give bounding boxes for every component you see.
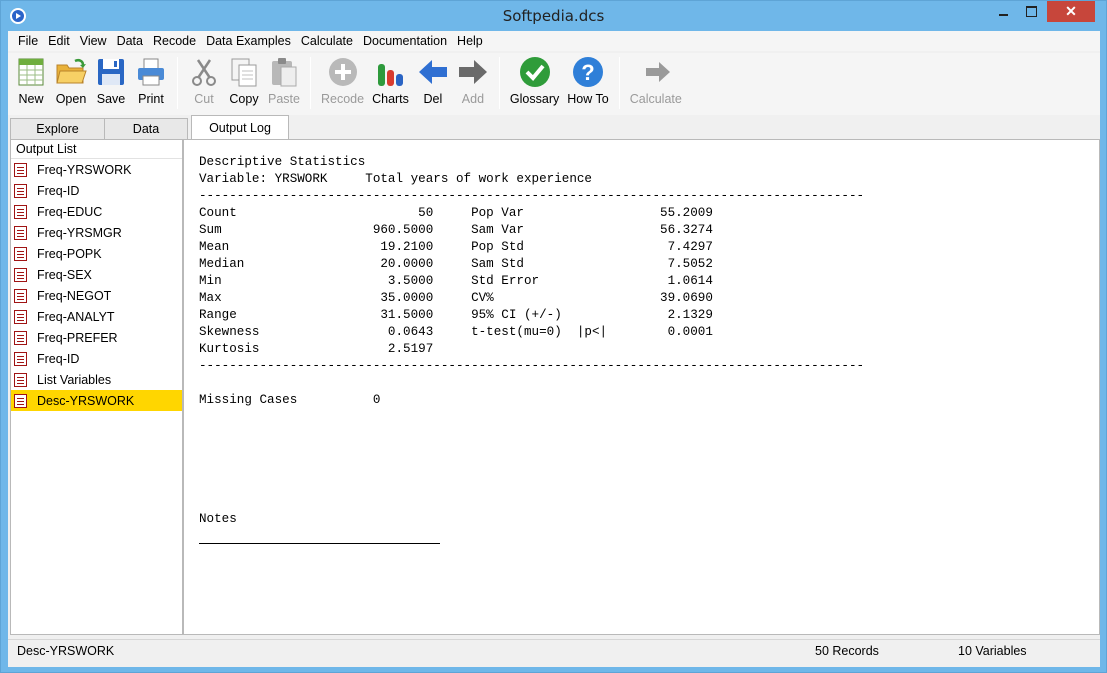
calculate-button[interactable]: Calculate (626, 53, 686, 106)
toolbar-separator (310, 57, 311, 109)
title-bar[interactable]: Softpedia.dcs ✕ (1, 1, 1106, 31)
printer-icon (138, 58, 164, 86)
recode-button[interactable]: Recode (317, 53, 368, 106)
document-icon (14, 267, 27, 282)
document-icon (14, 309, 27, 324)
document-icon (14, 225, 27, 240)
tab-data[interactable]: Data (104, 118, 188, 139)
window-title: Softpedia.dcs (502, 7, 605, 25)
app-window: Softpedia.dcs ✕ File Edit View Data Reco… (0, 0, 1107, 673)
document-icon (14, 372, 27, 387)
menu-data[interactable]: Data (112, 31, 148, 51)
clipboard-icon (272, 58, 297, 87)
menu-bar: File Edit View Data Recode Data Examples… (8, 31, 1100, 51)
list-item[interactable]: Freq-POPK (11, 243, 182, 264)
del-button[interactable]: Del (413, 53, 453, 106)
status-selected-item: Desc-YRSWORK (17, 644, 115, 658)
close-button[interactable]: ✕ (1047, 1, 1095, 22)
arrow-forward-icon (645, 62, 670, 82)
list-item[interactable]: Freq-YRSWORK (11, 159, 182, 180)
list-item[interactable]: Freq-NEGOT (11, 285, 182, 306)
floppy-disk-icon (98, 59, 124, 85)
plus-circle-icon (328, 58, 357, 86)
menu-file[interactable]: File (13, 31, 43, 51)
document-icon (14, 288, 27, 303)
scissors-icon (192, 59, 216, 86)
status-variables: 10 Variables (958, 644, 1027, 658)
menu-documentation[interactable]: Documentation (358, 31, 452, 51)
maximize-button[interactable] (1017, 1, 1045, 22)
svg-text:?: ? (581, 60, 594, 85)
status-bar: Desc-YRSWORK 50 Records 10 Variables (8, 639, 1100, 664)
notes-label: Notes (199, 512, 237, 526)
folder-open-icon (56, 58, 87, 84)
list-item[interactable]: Freq-SEX (11, 264, 182, 285)
menu-recode[interactable]: Recode (148, 31, 201, 51)
menu-data-examples[interactable]: Data Examples (201, 31, 296, 51)
bar-chart-icon (377, 64, 403, 86)
list-item[interactable]: Freq-EDUC (11, 201, 182, 222)
paste-button[interactable]: Paste (264, 53, 304, 106)
document-icon (14, 351, 27, 366)
output-list-panel: Output List Freq-YRSWORK Freq-ID Freq-ED… (10, 139, 183, 635)
list-item[interactable]: List Variables (11, 369, 182, 390)
toolbar-separator (498, 57, 500, 109)
print-button[interactable]: Print (131, 53, 171, 106)
document-icon (14, 183, 27, 198)
notes-signature-line (199, 543, 440, 544)
arrow-left-icon (418, 60, 447, 84)
document-icon (14, 162, 27, 177)
list-item[interactable]: Freq-ANALYT (11, 306, 182, 327)
new-file-icon (18, 58, 44, 86)
new-button[interactable]: New (11, 53, 51, 106)
checkmark-icon (519, 57, 550, 87)
menu-calculate[interactable]: Calculate (296, 31, 358, 51)
list-item[interactable]: Freq-ID (11, 348, 182, 369)
list-item-selected[interactable]: Desc-YRSWORK (11, 390, 182, 411)
toolbar-separator (177, 57, 178, 109)
tab-output-log[interactable]: Output Log (191, 115, 289, 140)
menu-edit[interactable]: Edit (43, 31, 75, 51)
output-log-panel[interactable]: Descriptive Statistics Variable: YRSWORK… (183, 139, 1100, 635)
question-mark-icon: ? (572, 57, 603, 87)
copy-button[interactable]: Copy (224, 53, 264, 106)
left-tabs: Explore Data (10, 118, 188, 139)
menu-view[interactable]: View (75, 31, 112, 51)
charts-button[interactable]: Charts (368, 53, 413, 106)
howto-button[interactable]: ? How To (563, 53, 612, 106)
document-icon (14, 393, 27, 408)
toolbar: New Open Save Print Cut Copy Paste Recod… (8, 53, 1100, 115)
add-button[interactable]: Add (453, 53, 493, 106)
output-list-header: Output List (11, 140, 182, 159)
document-icon (14, 246, 27, 261)
arrow-right-icon (458, 60, 487, 84)
document-icon (14, 330, 27, 345)
minimize-button[interactable] (989, 1, 1017, 22)
list-item[interactable]: Freq-ID (11, 180, 182, 201)
document-icon (14, 204, 27, 219)
status-records: 50 Records (815, 644, 879, 658)
save-button[interactable]: Save (91, 53, 131, 106)
toolbar-separator (618, 57, 620, 109)
tab-explore[interactable]: Explore (10, 118, 105, 139)
client-area: File Edit View Data Recode Data Examples… (8, 31, 1100, 667)
list-item[interactable]: Freq-YRSMGR (11, 222, 182, 243)
list-item[interactable]: Freq-PREFER (11, 327, 182, 348)
glossary-button[interactable]: Glossary (506, 53, 563, 106)
open-button[interactable]: Open (51, 53, 91, 106)
menu-help[interactable]: Help (452, 31, 488, 51)
output-log-text: Descriptive Statistics Variable: YRSWORK… (199, 155, 865, 407)
copy-icon (231, 58, 257, 87)
cut-button[interactable]: Cut (184, 53, 224, 106)
